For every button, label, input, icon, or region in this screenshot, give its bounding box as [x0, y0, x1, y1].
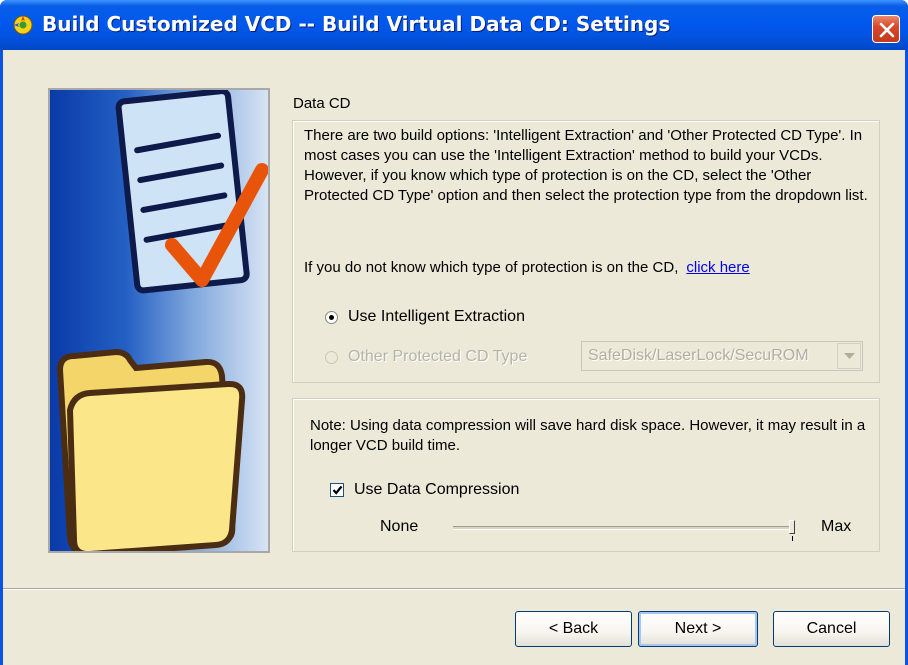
radio-disabled-icon [325, 350, 338, 364]
close-button[interactable] [872, 15, 900, 43]
back-button[interactable]: < Back [515, 611, 632, 647]
compression-min-label: None [380, 518, 419, 535]
compression-note: Note: Using data compression will save h… [310, 417, 866, 454]
title-bar[interactable]: Build Customized VCD -- Build Virtual Da… [0, 0, 908, 50]
app-icon [13, 15, 33, 35]
protection-help-text: If you do not know which type of protect… [304, 259, 679, 276]
click-here-link[interactable]: click here [686, 259, 749, 276]
document-check-folder-icon [56, 90, 268, 551]
other-protected-cd-type-label: Other Protected CD Type [348, 348, 528, 365]
button-separator [3, 588, 905, 590]
build-options-description: There are two build options: 'Intelligen… [304, 127, 868, 204]
radio-selected-icon[interactable] [325, 310, 338, 324]
compression-max-label: Max [821, 518, 852, 535]
protection-type-value: SafeDisk/LaserLock/SecuROM [588, 347, 809, 364]
dialog-client-area: Data CD There are two build options: 'In… [3, 50, 905, 665]
slider-tick-mark [792, 536, 793, 541]
close-icon [879, 22, 895, 38]
other-protected-cd-type-radio: Other Protected CD Type [325, 348, 527, 366]
intelligent-extraction-radio[interactable]: Use Intelligent Extraction [325, 308, 525, 326]
checkbox-checked-icon[interactable] [330, 483, 344, 497]
data-cd-section-label: Data CD [293, 95, 351, 112]
protection-type-dropdown: SafeDisk/LaserLock/SecuROM [581, 341, 863, 371]
compression-slider-track[interactable] [453, 526, 793, 530]
chevron-down-icon [844, 353, 855, 359]
intelligent-extraction-label: Use Intelligent Extraction [348, 308, 525, 325]
use-data-compression-label: Use Data Compression [354, 481, 520, 498]
dropdown-arrow-button [837, 343, 861, 369]
cancel-button[interactable]: Cancel [773, 611, 890, 647]
dialog-window: Build Customized VCD -- Build Virtual Da… [0, 0, 908, 665]
wizard-illustration [48, 88, 270, 553]
window-title: Build Customized VCD -- Build Virtual Da… [42, 12, 671, 36]
use-data-compression-checkbox[interactable]: Use Data Compression [330, 481, 519, 499]
protection-help-line: If you do not know which type of protect… [304, 258, 750, 278]
checkmark-icon [332, 485, 343, 495]
next-button[interactable]: Next > [638, 611, 758, 647]
compression-slider-thumb[interactable] [789, 520, 795, 534]
